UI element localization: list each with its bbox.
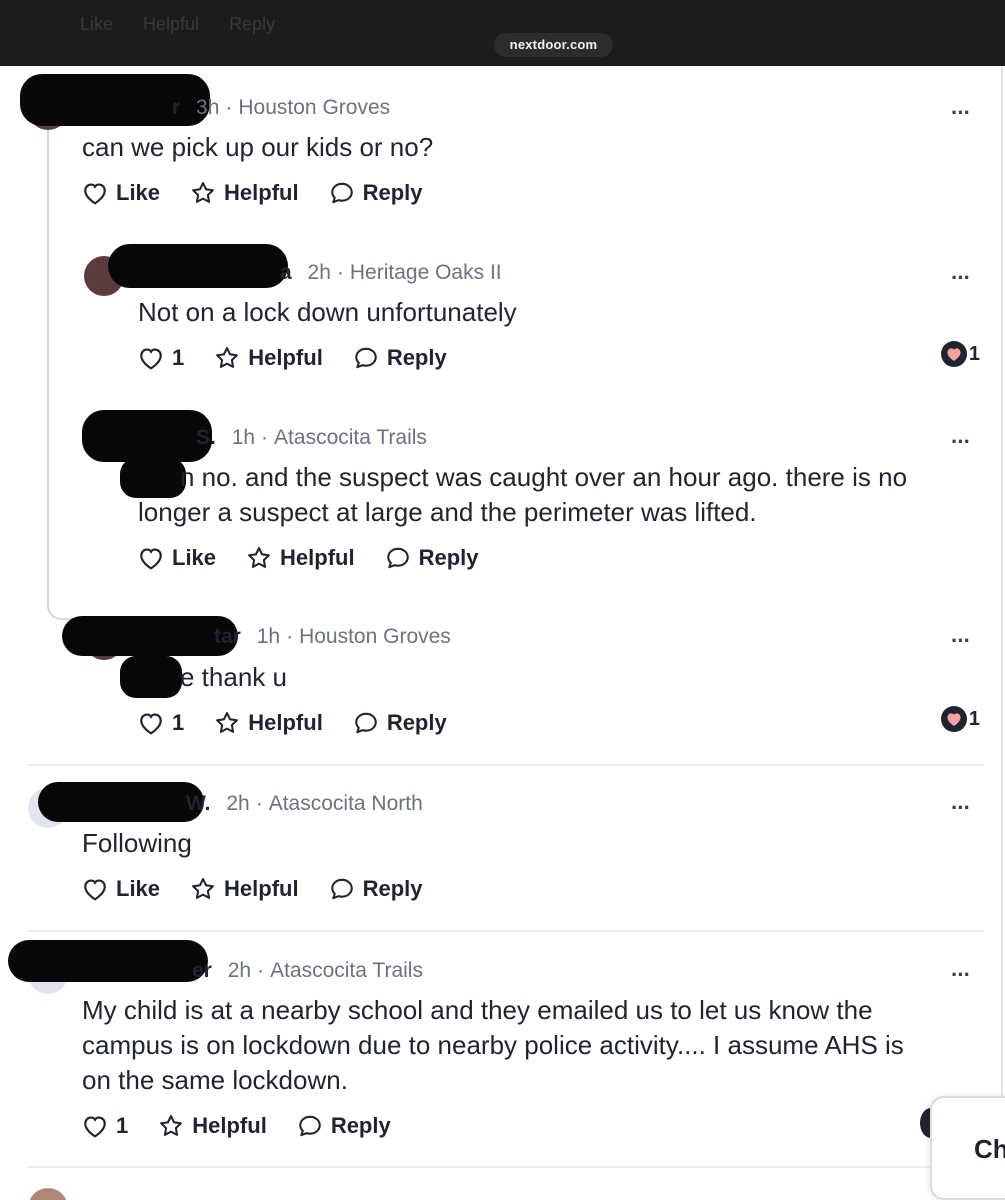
comment-line: on the same lockdown. [82, 1065, 348, 1095]
reply-label: Reply [330, 1113, 391, 1138]
comment-divider [28, 1166, 984, 1168]
helpful-button[interactable]: Helpful [158, 1113, 267, 1139]
pane-divider [1001, 66, 1003, 1200]
avatar[interactable] [28, 1188, 68, 1200]
comment-meta: er 2h · Atascocita Trails [192, 959, 423, 982]
comment-line: My child is at a nearby school and they … [82, 995, 873, 1025]
helpful-label: Helpful [192, 1113, 267, 1138]
reply-button[interactable]: Reply [297, 1113, 391, 1139]
comment: er 2h · Atascocita Trails ··· My child is … [0, 0, 1000, 1160]
author-name[interactable]: er [192, 959, 212, 982]
chat-button[interactable]: Ch [930, 1096, 1005, 1200]
comment-text: My child is at a nearby school and they … [82, 993, 904, 1098]
like-button[interactable]: 1 [82, 1113, 128, 1139]
more-options-icon[interactable]: ··· [951, 964, 971, 986]
comment-line: campus is on lockdown due to nearby poli… [82, 1030, 904, 1060]
timestamp: 2h [227, 959, 252, 982]
star-outline-icon [160, 1115, 183, 1136]
heart-outline-icon [84, 1116, 106, 1138]
chat-label: Ch [974, 1134, 1005, 1164]
redaction [8, 940, 208, 982]
like-count: 1 [116, 1113, 129, 1138]
speech-bubble-icon [299, 1115, 321, 1137]
neighborhood[interactable]: Atascocita Trails [270, 959, 423, 982]
comment-actions: 1 Helpful Reply [82, 1111, 421, 1141]
